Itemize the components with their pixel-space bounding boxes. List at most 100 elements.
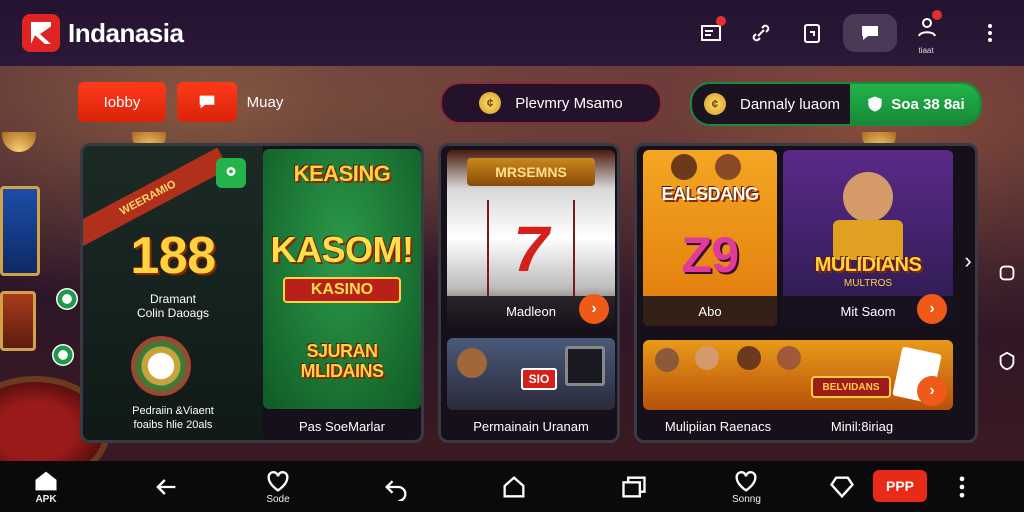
heart-icon	[267, 471, 289, 492]
slot-game-card[interactable]: MRSEMNS 7 Madleon ›	[447, 150, 615, 326]
featured-panel: WEERAMIO 188 Dramant Colin Daoags Pedrai…	[80, 143, 424, 443]
app-logo[interactable]: Indanasia	[22, 14, 184, 52]
multiplayer-caption: Mulipiian Raenacs	[664, 418, 772, 434]
slot-machine-decor-2	[0, 291, 36, 351]
multiplayer-game-card[interactable]: BELVIDANS ›	[643, 340, 953, 410]
shield-icon	[999, 351, 1015, 371]
card-subtitle: MULTROS	[843, 278, 893, 289]
link-button[interactable]	[746, 18, 776, 48]
player-avatar	[777, 346, 801, 370]
nav-saving[interactable]: Sonng	[732, 467, 761, 505]
nav-undo[interactable]	[382, 473, 410, 501]
windows-icon	[622, 476, 646, 498]
player-portrait	[843, 172, 893, 222]
nav-more[interactable]	[948, 473, 976, 501]
table-game-card[interactable]: SIO	[447, 338, 615, 410]
play-button[interactable]: ›	[917, 376, 947, 406]
game-title-top: KEASING	[293, 161, 391, 186]
jackpot-value: 188	[130, 227, 216, 285]
kasino-game-card[interactable]: KEASING KASOM! KASINO SJURAN MLIDAINS	[263, 149, 421, 409]
bonus-caption-2: foaibs hlie 20als	[133, 419, 213, 431]
mini-caption: Minil:8iriag	[830, 418, 894, 434]
muay-tab[interactable]: Muay	[240, 82, 290, 122]
kebab-menu-icon	[959, 476, 965, 498]
bonus-caption: Pedraiin &Viaent foaibs hlie 20als	[93, 404, 253, 432]
card-sign: BELVIDANS	[811, 376, 891, 398]
slot-symbol: 7	[513, 213, 549, 285]
home-icon	[999, 265, 1015, 281]
link-icon	[752, 24, 770, 42]
favorite-button[interactable]	[216, 158, 246, 188]
side-shield-button[interactable]	[992, 346, 1022, 376]
nav-saving-label: Sonng	[732, 494, 761, 505]
coin-icon: ¢	[704, 93, 726, 115]
nav-gem[interactable]	[828, 473, 856, 501]
kebab-menu-icon	[988, 24, 992, 42]
slot-banner: MRSEMNS	[467, 158, 595, 186]
play-button[interactable]: ›	[579, 294, 609, 324]
card-number: Z9	[681, 227, 739, 283]
lobby-label: Iobby	[103, 93, 141, 111]
chat-button[interactable]	[843, 14, 897, 52]
nav-apk-label: APK	[35, 494, 57, 505]
nav-home[interactable]	[500, 473, 528, 501]
ppp-button[interactable]: PPP	[873, 470, 927, 502]
pin-icon	[226, 167, 236, 176]
slot-machine-decor	[0, 186, 40, 276]
lamp-decor	[2, 132, 36, 152]
bottom-navigation: APK Sode Sonng	[0, 461, 1024, 512]
card-title: EALSDANG	[661, 184, 759, 204]
ealsdang-game-card[interactable]: EALSDANG Z9 Abo	[643, 150, 777, 326]
lobby-button[interactable]: Iobby	[78, 82, 166, 122]
game-sign: SIO	[521, 368, 557, 390]
home-icon	[35, 471, 57, 491]
chip-decor	[56, 288, 78, 310]
jackpot-caption-2: Colin Daoags	[136, 306, 210, 320]
nav-back[interactable]	[152, 473, 180, 501]
bonus-caption-1: Pedraiin &Viaent	[132, 405, 214, 417]
nav-recents[interactable]	[620, 473, 648, 501]
coin-icon: ¢	[479, 92, 502, 114]
promo-tab[interactable]: ¢ Plevmry Msamo	[440, 82, 662, 124]
side-home-button[interactable]	[992, 258, 1022, 288]
slot-machine-icon	[565, 346, 605, 386]
featured-caption: Pas SoeMarlar	[299, 418, 385, 434]
notification-dot	[932, 10, 942, 20]
inbox-button[interactable]	[696, 16, 726, 48]
copy-button[interactable]	[797, 18, 827, 48]
claim-label: Soa 38 8ai	[891, 95, 965, 113]
player-avatar	[695, 346, 719, 370]
mulidians-game-card[interactable]: MULIDIANS MULTROS Mit Saom ›	[783, 150, 953, 326]
nav-save[interactable]: Sode	[264, 467, 292, 505]
gem-icon	[830, 476, 854, 499]
play-button[interactable]: ›	[917, 294, 947, 324]
host-avatar	[715, 154, 741, 180]
profile-button[interactable]	[912, 10, 942, 42]
more-menu-button[interactable]	[975, 18, 1005, 48]
speech-icon	[199, 95, 215, 109]
notification-dot	[716, 16, 726, 26]
profile-label: tiaat	[918, 46, 934, 55]
chip-decor	[52, 344, 74, 366]
game-bottom-title-2: MLIDAINS	[300, 361, 385, 381]
table-caption: Permainain Uranam	[473, 418, 589, 434]
game-subtitle: KASINO	[283, 277, 401, 303]
ppp-label: PPP	[885, 478, 914, 494]
jackpot-caption: Dramant Colin Daoags	[103, 292, 243, 320]
chat-filter-button[interactable]	[177, 82, 237, 122]
house-icon	[503, 476, 525, 498]
slots-panel: MRSEMNS 7 Madleon › SIO Permainain Urana…	[438, 143, 620, 443]
game-title-main: KASOM!	[270, 229, 415, 270]
player-avatar	[457, 348, 487, 378]
claim-button[interactable]: Soa 38 8ai	[850, 84, 980, 124]
games-panel: EALSDANG Z9 Abo MULIDIANS MULTROS Mit Sa…	[634, 143, 978, 443]
chevron-right-icon[interactable]: ›	[959, 246, 975, 276]
undo-icon	[385, 480, 407, 501]
poker-chip-icon	[131, 336, 191, 396]
top-bar: Indanasia tiaat	[0, 0, 1024, 66]
host-avatar	[671, 154, 697, 180]
app-name: Indanasia	[68, 17, 184, 48]
daily-label: Dannaly luaom	[740, 95, 841, 113]
nav-apk[interactable]: APK	[32, 467, 60, 505]
muay-label: Muay	[246, 93, 284, 111]
